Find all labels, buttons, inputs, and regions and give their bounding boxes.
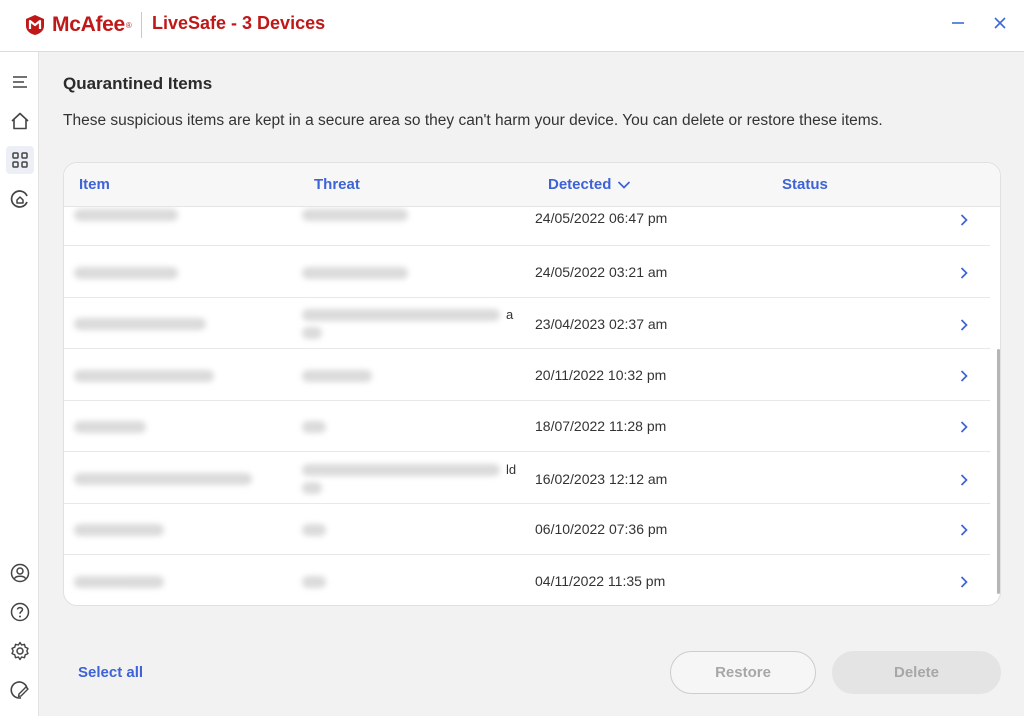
blurred-item-name — [74, 318, 206, 330]
detected-date: 16/02/2023 12:12 am — [535, 470, 668, 487]
sidebar — [0, 52, 39, 716]
mcafee-logo: McAfee ® — [24, 12, 132, 38]
detected-date: 06/10/2022 07:36 pm — [535, 521, 668, 537]
page-title: Quarantined Items — [63, 74, 213, 93]
detected-date: 23/04/2023 02:37 am — [535, 316, 668, 332]
chevron-right-icon[interactable] — [957, 473, 971, 487]
chevron-down-icon — [618, 180, 631, 189]
blurred-item-name — [74, 369, 214, 382]
grid-icon — [12, 152, 28, 168]
gear-icon — [11, 641, 29, 661]
account-icon — [10, 563, 30, 583]
chevron-right-icon[interactable] — [957, 523, 971, 537]
table-row[interactable]: 24/05/2022 03:21 am — [64, 247, 990, 298]
sidebar-item-account[interactable] — [6, 559, 34, 587]
table-row[interactable]: a 23/04/2023 02:37 am — [64, 298, 990, 349]
column-header-detected[interactable]: Detected — [548, 176, 631, 193]
blurred-threat-name — [302, 463, 500, 476]
sidebar-item-apps[interactable] — [6, 146, 34, 174]
table-row[interactable]: 24/05/2022 06:47 pm — [64, 207, 990, 246]
mcafee-shield-icon — [26, 15, 44, 35]
close-icon — [994, 17, 1006, 29]
delete-button[interactable]: Delete — [832, 651, 1001, 694]
table-scrollbar[interactable] — [997, 349, 1000, 594]
chevron-right-icon[interactable] — [957, 575, 971, 589]
blurred-threat-name — [302, 481, 322, 494]
blurred-item-name — [74, 575, 164, 588]
sidebar-item-help[interactable] — [6, 598, 34, 626]
blurred-item-name — [74, 266, 178, 279]
page-description: These suspicious items are kept in a sec… — [63, 112, 883, 129]
threat-text-fragment: ld — [506, 461, 517, 477]
restore-button[interactable]: Restore — [670, 651, 816, 694]
brand-name: McAfee — [52, 13, 125, 36]
blurred-threat-name — [302, 209, 408, 221]
column-header-item[interactable]: Item — [79, 176, 110, 193]
table-header: Item Threat Detected Status — [64, 163, 1000, 207]
table-row[interactable]: 04/11/2022 11:35 pm — [64, 556, 990, 606]
title-divider — [141, 12, 142, 38]
table-row[interactable]: ld 16/02/2023 12:12 am — [64, 453, 990, 504]
blurred-threat-name — [302, 369, 372, 382]
menu-icon — [13, 76, 27, 88]
chevron-right-icon[interactable] — [957, 318, 971, 332]
table-row[interactable]: 06/10/2022 07:36 pm — [64, 504, 990, 555]
table-row[interactable]: 18/07/2022 11:28 pm — [64, 401, 990, 452]
column-header-threat[interactable]: Threat — [314, 176, 360, 193]
chevron-right-icon[interactable] — [957, 213, 971, 227]
sidebar-item-menu[interactable] — [6, 68, 34, 96]
chevron-right-icon[interactable] — [957, 369, 971, 383]
column-header-status[interactable]: Status — [782, 176, 828, 193]
blurred-threat-name — [302, 575, 326, 588]
select-all-link[interactable]: Select all — [78, 664, 143, 681]
chevron-right-icon[interactable] — [957, 266, 971, 280]
close-button[interactable] — [986, 10, 1014, 38]
blurred-item-name — [74, 421, 146, 433]
table-body[interactable]: 24/05/2022 06:47 pm 24/05/2022 03:21 am … — [64, 207, 1000, 606]
sidebar-item-home[interactable] — [6, 107, 34, 135]
help-icon — [10, 602, 30, 622]
quarantine-table: Item Threat Detected Status 24/05/2022 0… — [63, 162, 1001, 606]
title-bar: McAfee ® LiveSafe - 3 Devices — [0, 0, 1024, 52]
sidebar-item-settings[interactable] — [6, 637, 34, 665]
blurred-threat-name — [302, 327, 322, 339]
blurred-item-name — [74, 472, 252, 485]
minimize-icon — [952, 22, 964, 24]
sidebar-item-protection[interactable] — [6, 185, 34, 213]
blurred-threat-name — [302, 524, 326, 536]
minimize-button[interactable] — [944, 10, 972, 38]
feedback-icon — [10, 681, 29, 699]
app-title: LiveSafe - 3 Devices — [152, 13, 326, 33]
blurred-threat-name — [302, 266, 408, 279]
table-row[interactable]: 20/11/2022 10:32 pm — [64, 350, 990, 401]
threat-text-fragment: a — [506, 307, 514, 322]
home-icon — [11, 112, 29, 130]
detected-date: 04/11/2022 11:35 pm — [535, 572, 666, 589]
column-header-detected-label: Detected — [548, 176, 612, 193]
blurred-threat-name — [302, 309, 500, 321]
blurred-item-name — [74, 524, 164, 536]
blurred-threat-name — [302, 421, 326, 433]
protection-icon — [10, 190, 28, 208]
blurred-item-name — [74, 209, 178, 221]
detected-date: 24/05/2022 06:47 pm — [535, 210, 668, 226]
detected-date: 18/07/2022 11:28 pm — [535, 418, 667, 434]
detected-date: 24/05/2022 03:21 am — [535, 263, 668, 280]
chevron-right-icon[interactable] — [957, 420, 971, 434]
sidebar-item-feedback[interactable] — [6, 676, 34, 704]
detected-date: 20/11/2022 10:32 pm — [535, 366, 667, 383]
